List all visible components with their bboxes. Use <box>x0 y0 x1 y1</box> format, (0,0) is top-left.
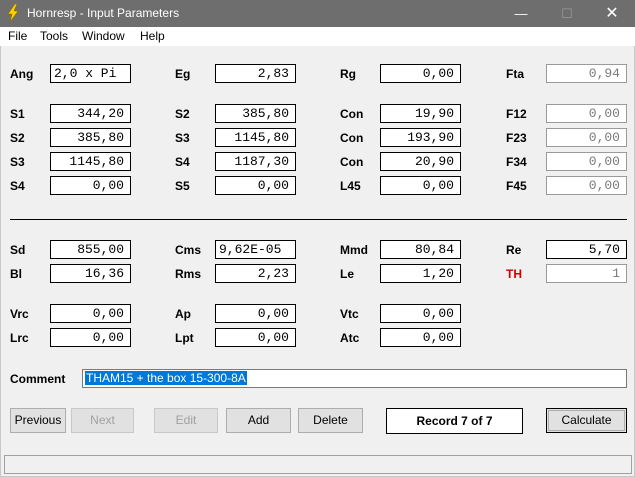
label-s4: S4 <box>175 155 190 169</box>
label-eg: Eg <box>175 67 191 81</box>
status-bar <box>4 455 632 474</box>
field-f12: 0,00 <box>546 104 627 123</box>
label-s2-left: S2 <box>10 131 25 145</box>
lightning-bolt-icon <box>7 4 19 22</box>
label-s3: S3 <box>175 131 190 145</box>
field-lpt[interactable]: 0,00 <box>215 328 296 347</box>
next-button[interactable]: Next <box>71 408 134 433</box>
field-s4-left[interactable]: 0,00 <box>50 176 131 195</box>
field-fta: 0,94 <box>546 64 627 83</box>
label-mmd: Mmd <box>340 243 368 257</box>
comment-input[interactable]: THAM15 + the box 15-300-8A <box>82 369 627 388</box>
field-f34: 0,00 <box>546 152 627 171</box>
field-ang[interactable]: 2,0 x Pi <box>50 64 131 83</box>
label-fta: Fta <box>506 67 524 81</box>
field-l45[interactable]: 0,00 <box>380 176 461 195</box>
comment-text: THAM15 + the box 15-300-8A <box>85 371 247 385</box>
label-bl: Bl <box>10 267 22 281</box>
label-con1: Con <box>340 107 364 121</box>
field-con3[interactable]: 20,90 <box>380 152 461 171</box>
label-s5: S5 <box>175 179 190 193</box>
label-con2: Con <box>340 131 364 145</box>
label-atc: Atc <box>340 331 360 345</box>
label-f12: F12 <box>506 107 527 121</box>
field-eg[interactable]: 2,83 <box>215 64 296 83</box>
previous-button[interactable]: Previous <box>10 408 66 433</box>
label-f34: F34 <box>506 155 527 169</box>
label-s2: S2 <box>175 107 190 121</box>
close-button[interactable]: ✕ <box>589 0 635 27</box>
label-th: TH <box>506 267 522 281</box>
menu-help[interactable]: Help <box>140 29 165 43</box>
calculate-button[interactable]: Calculate <box>546 408 627 433</box>
field-s2-left[interactable]: 385,80 <box>50 128 131 147</box>
label-s4-left: S4 <box>10 179 25 193</box>
field-s3-left[interactable]: 1145,80 <box>50 152 131 171</box>
edit-button[interactable]: Edit <box>154 408 218 433</box>
label-rms: Rms <box>175 267 202 281</box>
label-re: Re <box>506 243 522 257</box>
field-s1[interactable]: 344,20 <box>50 104 131 123</box>
field-s3[interactable]: 1145,80 <box>215 128 296 147</box>
field-s5[interactable]: 0,00 <box>215 176 296 195</box>
label-ap: Ap <box>175 307 191 321</box>
field-con2[interactable]: 193,90 <box>380 128 461 147</box>
field-con1[interactable]: 19,90 <box>380 104 461 123</box>
field-vrc[interactable]: 0,00 <box>50 304 131 323</box>
field-th: 1 <box>546 264 627 283</box>
field-ap[interactable]: 0,00 <box>215 304 296 323</box>
label-cms: Cms <box>175 243 202 257</box>
menu-window[interactable]: Window <box>82 29 125 43</box>
label-lpt: Lpt <box>175 331 194 345</box>
field-s2[interactable]: 385,80 <box>215 104 296 123</box>
field-f45: 0,00 <box>546 176 627 195</box>
add-button[interactable]: Add <box>226 408 291 433</box>
field-sd[interactable]: 855,00 <box>50 240 131 259</box>
menu-file[interactable]: File <box>8 29 27 43</box>
label-ang: Ang <box>10 67 34 81</box>
field-re[interactable]: 5,70 <box>546 240 627 259</box>
field-lrc[interactable]: 0,00 <box>50 328 131 347</box>
label-rg: Rg <box>340 67 356 81</box>
field-rg[interactable]: 0,00 <box>380 64 461 83</box>
section-divider <box>10 219 627 220</box>
label-sd: Sd <box>10 243 26 257</box>
field-atc[interactable]: 0,00 <box>380 328 461 347</box>
label-vrc: Vrc <box>10 307 29 321</box>
window-title: Hornresp - Input Parameters <box>27 6 180 20</box>
field-s4[interactable]: 1187,30 <box>215 152 296 171</box>
label-s1: S1 <box>10 107 25 121</box>
label-vtc: Vtc <box>340 307 359 321</box>
label-lrc: Lrc <box>10 331 29 345</box>
field-vtc[interactable]: 0,00 <box>380 304 461 323</box>
title-bar: Hornresp - Input Parameters — ☐ ✕ <box>0 0 635 27</box>
label-l45: L45 <box>340 179 361 193</box>
label-f45: F45 <box>506 179 527 193</box>
field-rms[interactable]: 2,23 <box>215 264 296 283</box>
field-cms[interactable]: 9,62E-05 <box>215 240 296 259</box>
maximize-button[interactable]: ☐ <box>544 0 590 27</box>
label-s3-left: S3 <box>10 155 25 169</box>
label-le: Le <box>340 267 355 281</box>
record-indicator: Record 7 of 7 <box>386 408 523 434</box>
menu-bar: File Tools Window Help <box>0 27 635 46</box>
field-le[interactable]: 1,20 <box>380 264 461 283</box>
delete-button[interactable]: Delete <box>298 408 363 433</box>
menu-tools[interactable]: Tools <box>40 29 68 43</box>
field-f23: 0,00 <box>546 128 627 147</box>
label-con3: Con <box>340 155 364 169</box>
field-bl[interactable]: 16,36 <box>50 264 131 283</box>
label-f23: F23 <box>506 131 527 145</box>
minimize-button[interactable]: — <box>498 0 544 27</box>
field-mmd[interactable]: 80,84 <box>380 240 461 259</box>
label-comment: Comment <box>10 372 66 386</box>
